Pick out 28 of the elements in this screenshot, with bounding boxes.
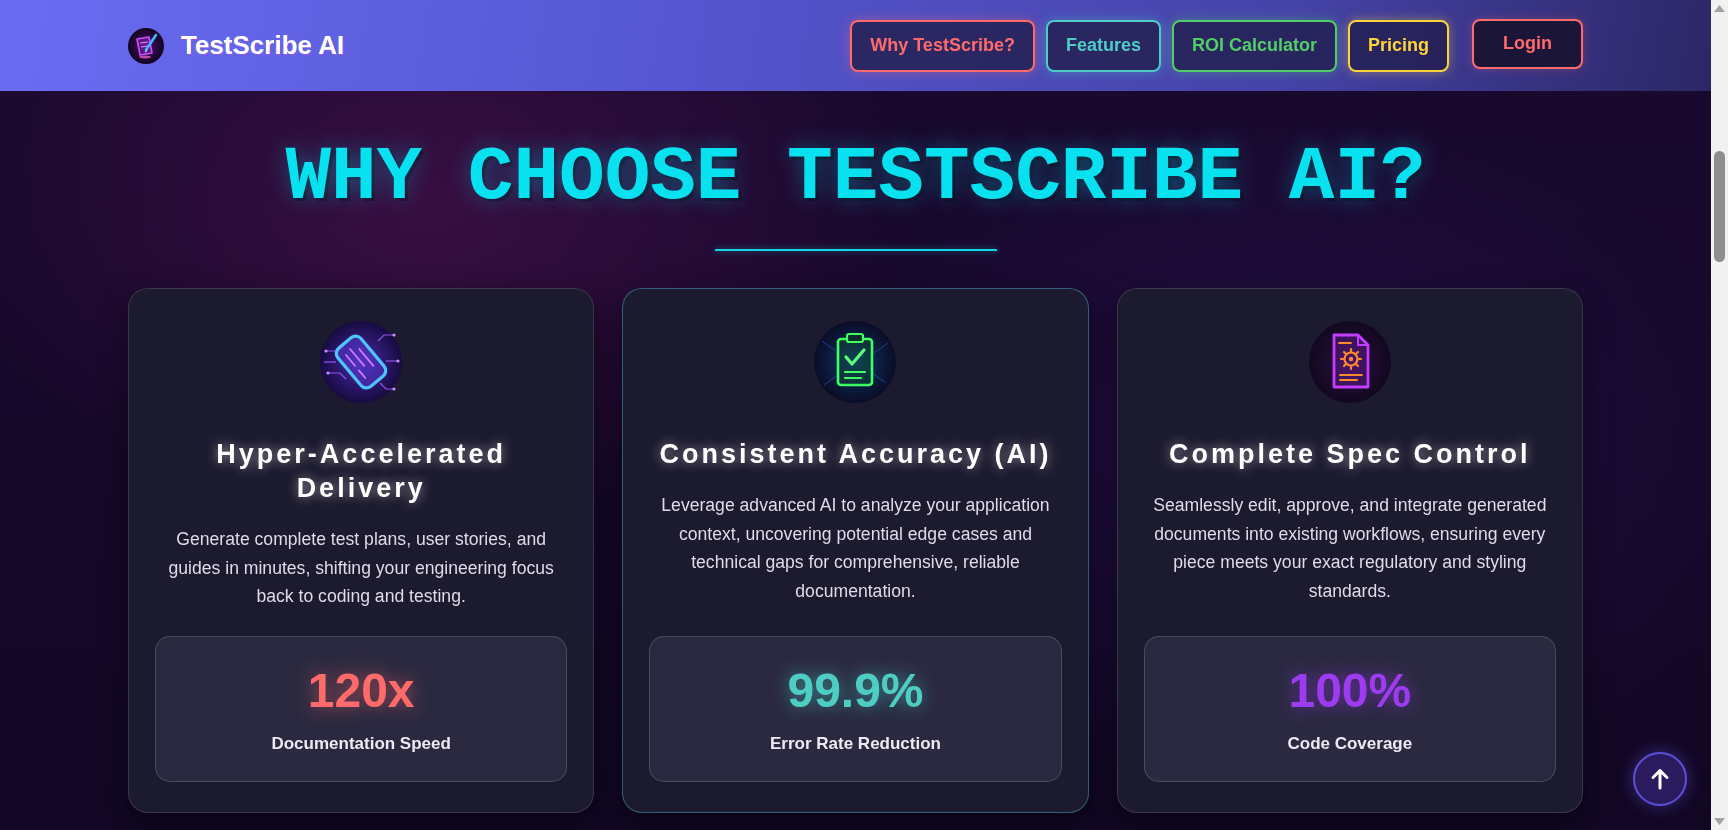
stat-value: 100% (1288, 662, 1412, 719)
scroll-down-arrow-icon[interactable] (1714, 818, 1725, 825)
nav-link[interactable]: Pricing (1348, 19, 1449, 72)
scroll-up-arrow-icon[interactable] (1714, 5, 1725, 12)
stat-label: Documentation Speed (271, 732, 451, 755)
nav-link[interactable]: Features (1045, 19, 1161, 72)
feature-title: Consistent Accuracy (AI) (658, 438, 1053, 471)
pen-page-logo-icon (128, 27, 164, 64)
circuit-phone-icon (320, 321, 403, 403)
section-heading: WHY CHOOSE TESTSCRIBE AI? (285, 140, 1426, 216)
clipboard-check-icon (814, 321, 897, 403)
stat-value: 120x (307, 662, 415, 719)
stat-label: Error Rate Reduction (770, 732, 941, 755)
stat-label: Code Coverage (1287, 732, 1413, 755)
feature-description: Leverage advanced AI to analyze your application context, uncovering potential edge cases and technical gaps for comprehensive, reliable documentation. (660, 494, 1051, 603)
brand-name: TestScribe AI (181, 29, 345, 62)
scroll-to-top-button[interactable] (1633, 752, 1687, 806)
feature-description: Seamlessly edit, approve, and integrate generated documents into existing workflows, ensuring every piece meets your exact regulatory and styling standards. (1152, 494, 1548, 603)
login-button[interactable]: Login (1472, 18, 1583, 69)
feature-title: Hyper-Accelerated Delivery (215, 438, 507, 505)
nav-link[interactable]: ROI Calculator (1171, 19, 1337, 72)
document-gear-icon (1308, 321, 1391, 403)
stat-value: 99.9% (787, 662, 924, 719)
nav-link[interactable]: Why TestScribe? (850, 19, 1035, 72)
feature-description: Generate complete test plans, user stories, and guides in minutes, shifting your engineering focus back to coding and testing. (167, 528, 555, 609)
scrollbar-thumb[interactable] (1714, 151, 1725, 262)
feature-title: Complete Spec Control (1168, 438, 1532, 471)
arrow-up-icon (1650, 768, 1670, 790)
